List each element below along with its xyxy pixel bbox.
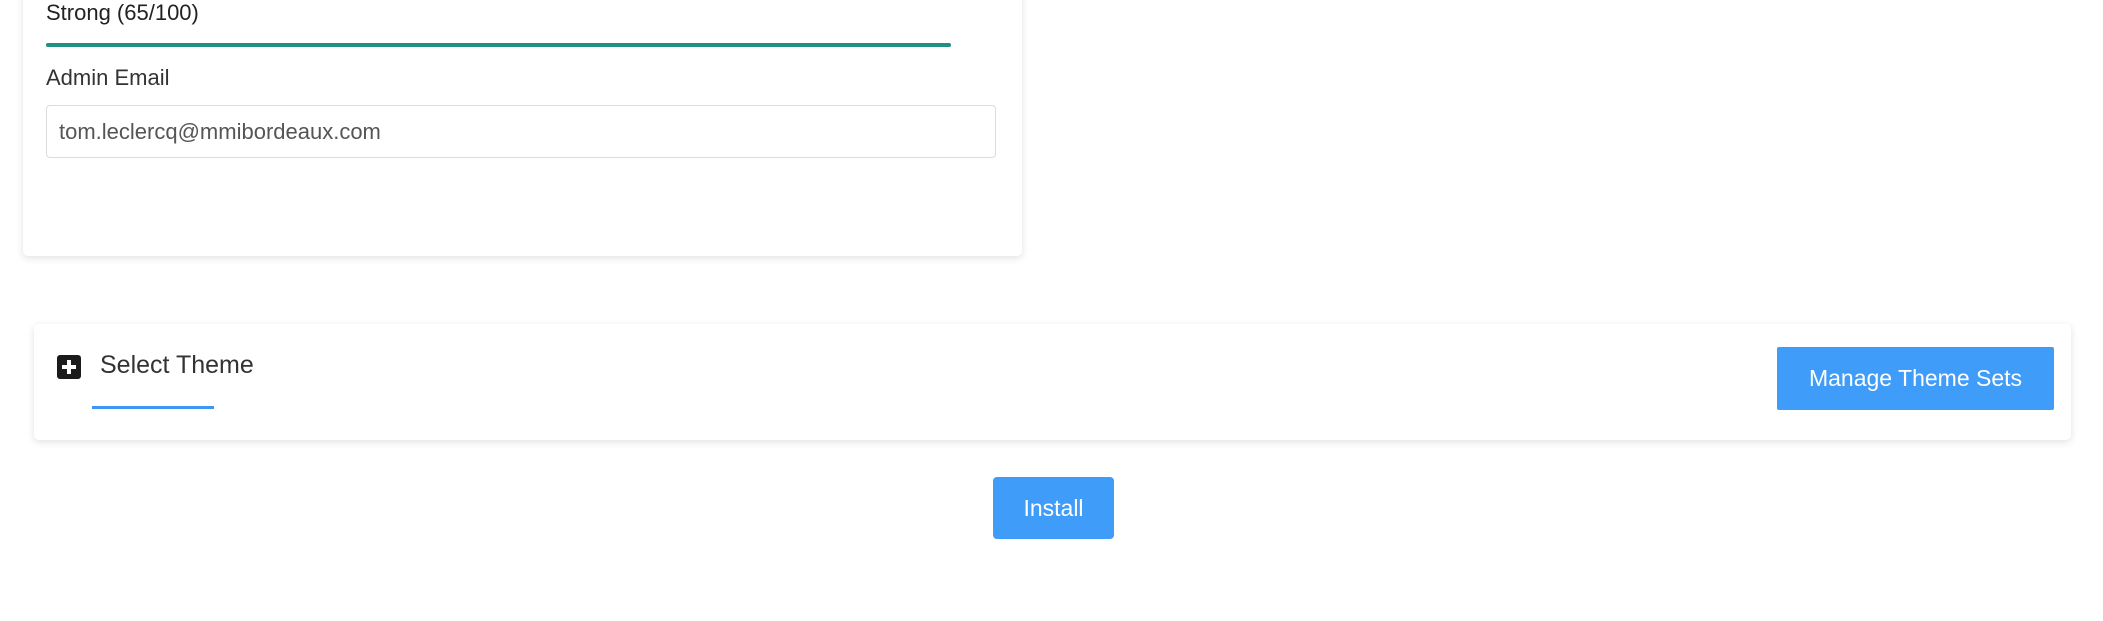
install-button[interactable]: Install [993,477,1114,539]
select-theme-title[interactable]: Select Theme [100,351,254,380]
plus-square-icon[interactable] [57,355,81,379]
password-strength-label: Strong (65/100) [46,0,199,25]
select-theme-underline [92,406,214,409]
page: Strong (65/100) Admin Email Select Theme… [0,0,2103,621]
admin-email-field[interactable] [46,105,996,158]
manage-theme-sets-button[interactable]: Manage Theme Sets [1777,347,2054,410]
select-theme-card [34,324,2071,440]
admin-email-label: Admin Email [46,65,170,90]
password-strength-fill [46,43,951,47]
password-strength-bar [46,43,951,47]
